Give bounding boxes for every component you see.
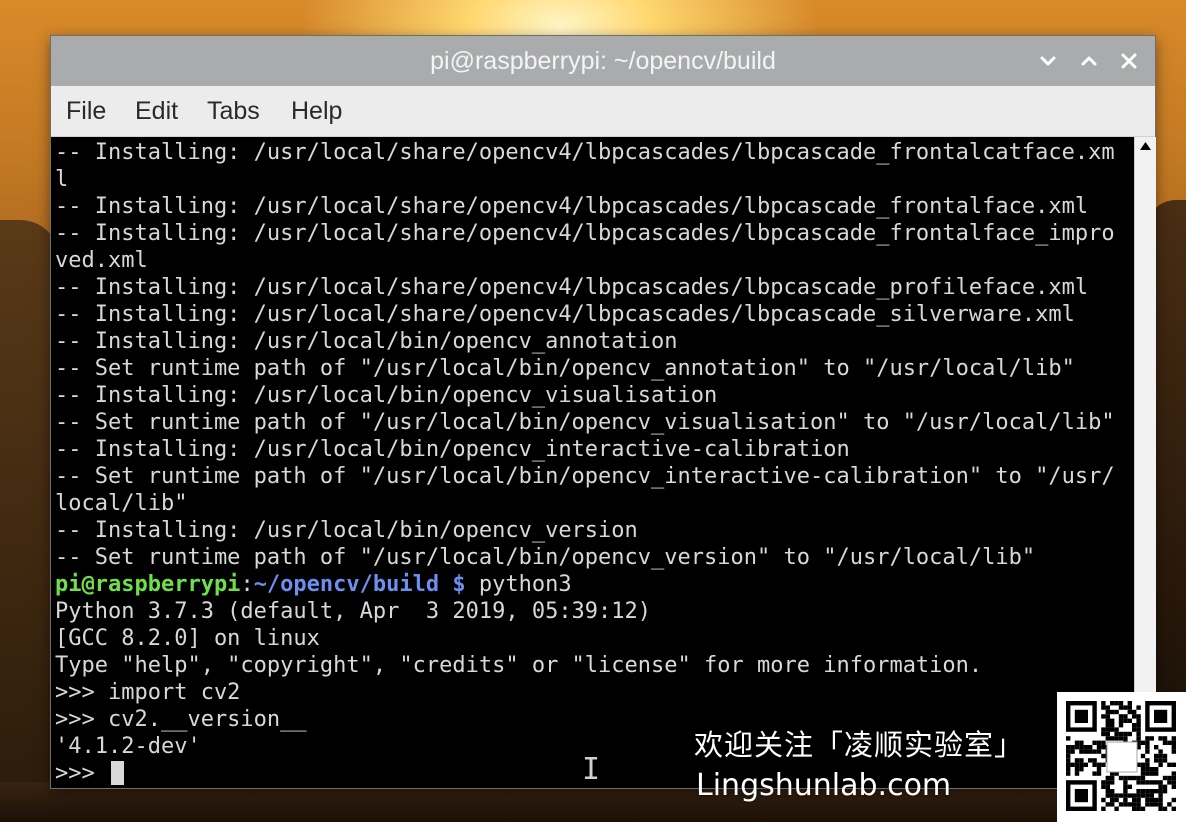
watermark-chinese-text: 欢迎关注「凌顺实验室」 bbox=[694, 728, 1025, 762]
scroll-up-button[interactable] bbox=[1135, 137, 1156, 157]
terminal-line: -- Set runtime path of "/usr/local/bin/o… bbox=[55, 464, 1115, 489]
prompt-path: ~/opencv/build bbox=[253, 572, 440, 597]
chevron-up-icon bbox=[1081, 56, 1097, 66]
terminal-line: -- Installing: /usr/local/share/opencv4/… bbox=[55, 140, 1115, 165]
qr-code-graphic bbox=[1057, 692, 1186, 822]
python-input-line: >>> import cv2 bbox=[55, 680, 241, 705]
python-current-prompt[interactable]: >>> bbox=[55, 760, 108, 785]
terminal-line: -- Installing: /usr/local/bin/opencv_ann… bbox=[55, 329, 678, 354]
menu-help[interactable]: Help bbox=[291, 86, 342, 136]
python-output-line: Type "help", "copyright", "credits" or "… bbox=[55, 653, 983, 678]
menu-edit[interactable]: Edit bbox=[135, 86, 178, 136]
close-icon bbox=[1121, 53, 1137, 69]
prompt-command: python3 bbox=[465, 572, 572, 597]
prompt-separator: : bbox=[240, 572, 254, 597]
terminal-line: ved.xml bbox=[55, 248, 148, 273]
menu-tabs[interactable]: Tabs bbox=[207, 86, 260, 136]
menu-bar: File Edit Tabs Help bbox=[51, 86, 1155, 137]
terminal-line: -- Installing: /usr/local/share/opencv4/… bbox=[55, 194, 1089, 219]
terminal-output[interactable]: -- Installing: /usr/local/share/opencv4/… bbox=[54, 137, 1134, 785]
terminal-line: -- Installing: /usr/local/share/opencv4/… bbox=[55, 221, 1115, 246]
prompt-symbol: $ bbox=[439, 572, 466, 597]
triangle-up-icon bbox=[1140, 142, 1151, 150]
terminal-line: -- Installing: /usr/local/share/opencv4/… bbox=[55, 275, 1089, 300]
terminal-line: -- Set runtime path of "/usr/local/bin/o… bbox=[55, 410, 1115, 435]
terminal-line: -- Installing: /usr/local/share/opencv4/… bbox=[55, 302, 1075, 327]
terminal-line: -- Installing: /usr/local/bin/opencv_int… bbox=[55, 437, 850, 462]
prompt-user: pi@raspberrypi bbox=[55, 572, 241, 597]
terminal-window: pi@raspberrypi: ~/opencv/build File Edit… bbox=[51, 36, 1156, 788]
title-bar[interactable]: pi@raspberrypi: ~/opencv/build bbox=[51, 36, 1155, 86]
menu-file[interactable]: File bbox=[66, 86, 106, 136]
python-output-line: Python 3.7.3 (default, Apr 3 2019, 05:39… bbox=[55, 599, 652, 624]
qr-code-icon bbox=[1057, 692, 1186, 822]
window-title: pi@raspberrypi: ~/opencv/build bbox=[430, 47, 776, 75]
python-input-line: >>> cv2.__version__ bbox=[55, 707, 307, 732]
maximize-button[interactable] bbox=[1076, 48, 1102, 74]
close-button[interactable] bbox=[1116, 48, 1142, 74]
ibeam-pointer-icon: I bbox=[582, 752, 601, 785]
terminal-line: l bbox=[55, 167, 69, 192]
text-cursor bbox=[111, 761, 124, 785]
minimize-button[interactable] bbox=[1035, 48, 1061, 74]
terminal-scrollbar[interactable] bbox=[1134, 137, 1156, 785]
terminal-line: local/lib" bbox=[55, 491, 188, 516]
chevron-down-icon bbox=[1040, 56, 1056, 66]
terminal-line: -- Installing: /usr/local/bin/opencv_vis… bbox=[55, 383, 718, 408]
terminal-line: -- Set runtime path of "/usr/local/bin/o… bbox=[55, 545, 1036, 570]
python-output-line: '4.1.2-dev' bbox=[55, 734, 201, 759]
python-output-line: [GCC 8.2.0] on linux bbox=[55, 626, 320, 651]
terminal-line: -- Set runtime path of "/usr/local/bin/o… bbox=[55, 356, 1075, 381]
shell-prompt-line: pi@raspberrypi:~/opencv/build $ python3 bbox=[55, 571, 572, 598]
background-ground bbox=[0, 782, 1186, 822]
terminal-line: -- Installing: /usr/local/bin/opencv_ver… bbox=[55, 518, 638, 543]
watermark-url: Lingshunlab.com bbox=[696, 768, 952, 803]
